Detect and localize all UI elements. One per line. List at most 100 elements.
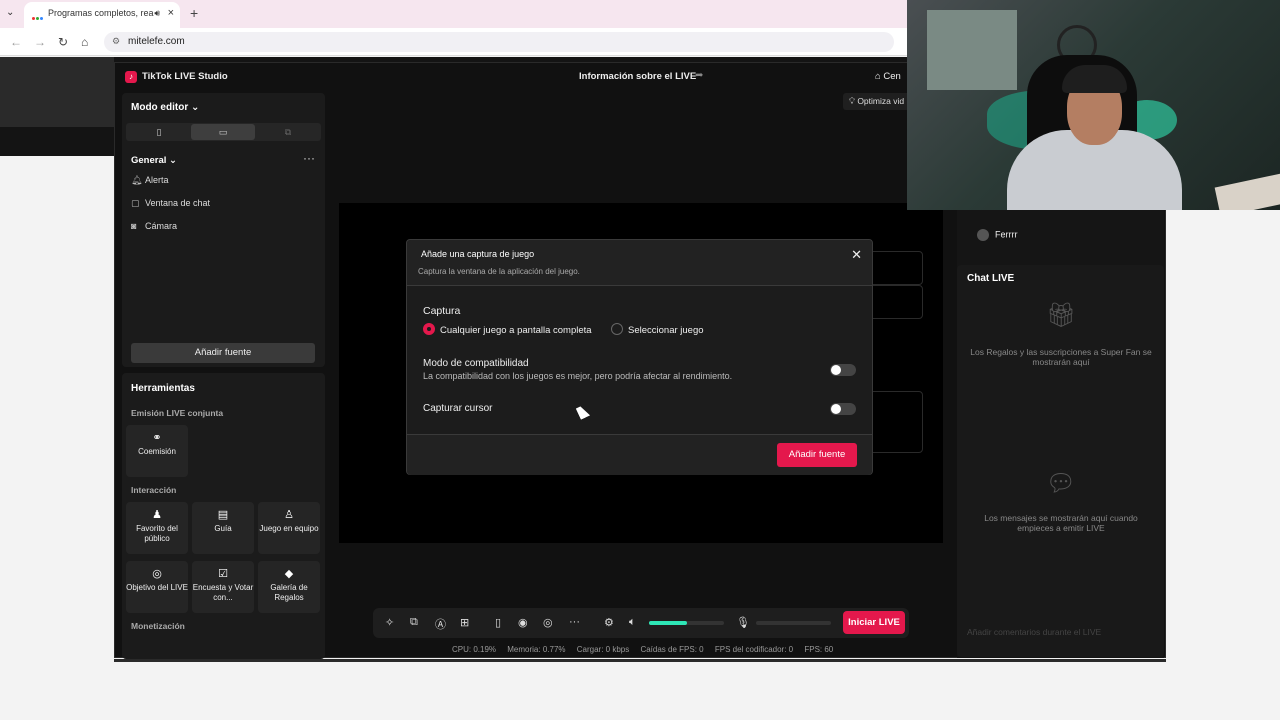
capture-icon[interactable]: ◎: [543, 616, 553, 629]
radio-unselected-icon: [611, 323, 623, 335]
webcam-overlay: [907, 0, 1280, 210]
settings-sliders-icon[interactable]: ⚙: [604, 616, 614, 629]
viewer-list-item[interactable]: Ferrrr: [977, 229, 1018, 241]
tool-label: Encuesta y Votar con...: [192, 583, 254, 602]
avatar: [977, 229, 989, 241]
preview-placeholder-box: [867, 391, 923, 453]
tool-poll[interactable]: ☑ Encuesta y Votar con...: [192, 561, 254, 613]
record-icon[interactable]: ◉: [518, 616, 528, 629]
preview-placeholder-box: [867, 285, 923, 319]
tool-label: Juego en equipo: [259, 524, 319, 533]
dialog-header: Añade una captura de juego Captura la ve…: [407, 240, 872, 286]
mobile-icon[interactable]: ▯: [495, 616, 501, 629]
add-widget-icon[interactable]: ⊞: [460, 616, 469, 629]
new-tab-button[interactable]: +: [190, 5, 198, 21]
microphone-icon[interactable]: 🎙︎: [736, 616, 750, 629]
browser-tab[interactable]: Programas completos, rea 🔊︎ ×: [24, 2, 180, 28]
gifts-empty-message: Los Regalos y las suscripciones a Super …: [970, 347, 1152, 367]
forward-icon[interactable]: →: [34, 35, 46, 49]
fps-stat: FPS: 60: [804, 645, 834, 654]
radio-selected-icon: [423, 323, 435, 335]
section-interaction: Interacción: [131, 485, 177, 495]
reload-icon[interactable]: ↻: [58, 35, 68, 49]
compat-mode-description: La compatibilidad con los juegos es mejo…: [423, 371, 733, 381]
url-input[interactable]: ⚙ mitelefe.com: [104, 32, 894, 52]
source-label: Alerta: [145, 175, 169, 185]
bottom-toolbar: ✧ ⧉ Ⓐ ⊞ ▯ ◉ ◎ ··· ⚙ 🔈︎ 🎙︎ Iniciar LIVE: [373, 608, 909, 638]
site-info-icon[interactable]: ⚙: [112, 36, 120, 47]
close-icon[interactable]: ✕: [851, 247, 862, 263]
tool-audience-favorite[interactable]: ♟ Favorito del público: [126, 502, 188, 554]
page-background-block: [0, 57, 114, 127]
webcam-person-cap: [1062, 65, 1127, 93]
bell-icon: 🔔︎: [131, 175, 143, 185]
go-live-button[interactable]: Iniciar LIVE: [843, 611, 905, 634]
landscape-icon[interactable]: ▭: [191, 124, 255, 140]
radio-label: Seleccionar juego: [628, 325, 704, 336]
general-label: General: [131, 155, 167, 166]
team-game-icon: ♙: [284, 509, 294, 521]
source-item-chat-window[interactable]: ▢ Ventana de chat: [131, 198, 210, 209]
compat-mode-title: Modo de compatibilidad: [423, 358, 529, 369]
source-item-alert[interactable]: 🔔︎ Alerta: [131, 175, 169, 186]
tools-title: Herramientas: [131, 383, 195, 394]
tool-guide[interactable]: ▤ Guía: [192, 502, 254, 554]
speaker-icon[interactable]: 🔊︎: [154, 8, 160, 19]
capture-label: Captura: [423, 305, 461, 317]
magic-wand-icon[interactable]: ✧: [385, 616, 394, 629]
microphone-slider[interactable]: [756, 621, 831, 625]
back-icon[interactable]: ←: [10, 35, 22, 49]
home-center-link[interactable]: ⌂ Cen: [875, 71, 901, 82]
volume-slider[interactable]: [649, 621, 724, 625]
general-scene-dropdown[interactable]: General ⌄: [131, 155, 177, 166]
guide-icon: ▤: [217, 509, 229, 521]
studio-app-title: TikTok LIVE Studio: [142, 71, 228, 82]
tool-team-game[interactable]: ♙ Juego en equipo: [258, 502, 320, 554]
telefe-favicon-icon: [32, 12, 43, 20]
portrait-icon[interactable]: ▯: [127, 124, 191, 140]
audience-icon: ♟: [152, 509, 162, 521]
compat-mode-toggle[interactable]: [830, 364, 856, 376]
live-info-title[interactable]: Información sobre el LIVE: [579, 71, 696, 82]
radio-label: Cualquier juego a pantalla completa: [440, 325, 592, 336]
tool-gift-gallery[interactable]: ◆ Galería de Regalos: [258, 561, 320, 613]
source-item-camera[interactable]: ◙ Cámara: [131, 221, 177, 231]
tab-close-icon[interactable]: ×: [168, 7, 174, 19]
tab-title: Programas completos, rea: [48, 8, 154, 18]
more-icon[interactable]: ···: [569, 616, 580, 628]
ai-icon[interactable]: Ⓐ: [435, 616, 446, 632]
add-source-confirm-button[interactable]: Añadir fuente: [777, 443, 857, 467]
speaker-icon[interactable]: 🔈︎: [629, 616, 636, 629]
tools-panel: Herramientas Emisión LIVE conjunta ⚭ Coe…: [122, 373, 325, 659]
more-options-icon[interactable]: ···: [303, 151, 315, 165]
memory-stat: Memoria: 0.77%: [507, 645, 566, 654]
mode-editor-dropdown[interactable]: Modo editor ⌄: [131, 102, 199, 113]
tool-coemision[interactable]: ⚭ Coemisión: [126, 425, 188, 477]
performance-stats: CPU: 0.19% Memoria: 0.77% Cargar: 0 kbps…: [452, 645, 842, 654]
tool-label: Favorito del público: [136, 524, 178, 543]
messages-empty-message: Los mensajes se mostrarán aquí cuando em…: [984, 513, 1138, 533]
radio-select-game[interactable]: Seleccionar juego: [611, 323, 704, 336]
share-icon[interactable]: ➦: [695, 70, 703, 81]
chevron-down-icon: ⌄: [169, 155, 177, 166]
home-icon[interactable]: ⌂: [81, 35, 88, 49]
section-monetization: Monetización: [131, 621, 185, 631]
preview-placeholder-box: [867, 251, 923, 285]
chat-comment-input[interactable]: Añadir comentarios durante el LIVE: [967, 627, 1101, 637]
tool-live-goal[interactable]: ◎ Objetivo del LIVE: [126, 561, 188, 613]
source-label: Cámara: [145, 221, 178, 231]
optimize-label: Optimiza vid: [857, 96, 905, 106]
tab-search-icon[interactable]: ⌄: [6, 7, 14, 18]
orientation-switch: ▯ ▭ ⧉: [126, 123, 321, 141]
capture-cursor-toggle[interactable]: [830, 403, 856, 415]
optimize-video-hint[interactable]: 💡︎ Optimiza vid: [843, 93, 911, 110]
mode-editor-label: Modo editor: [131, 102, 189, 113]
dual-layout-icon[interactable]: ⧉: [256, 124, 320, 140]
chevron-down-icon: ⌄: [191, 102, 200, 113]
fps-drops-stat: Caídas de FPS: 0: [640, 645, 704, 654]
effects-icon[interactable]: ⧉: [410, 616, 418, 629]
dialog-footer: Añadir fuente: [407, 434, 872, 475]
add-source-button[interactable]: Añadir fuente: [131, 343, 315, 363]
tool-label: Objetivo del LIVE: [126, 583, 188, 592]
radio-fullscreen-game[interactable]: Cualquier juego a pantalla completa: [423, 323, 592, 336]
